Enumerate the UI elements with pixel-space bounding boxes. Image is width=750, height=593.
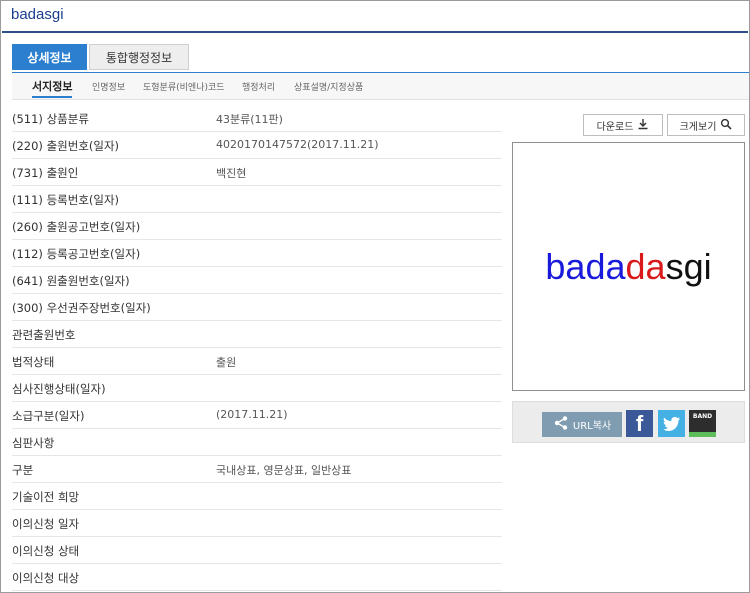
- detail-value: (2017.11.21): [216, 408, 288, 421]
- detail-label: 심판사항: [12, 436, 55, 450]
- detail-row: 법적상태 출원: [12, 348, 502, 375]
- tab-admin-info[interactable]: 통합행정정보: [89, 44, 189, 70]
- trademark-part: a: [605, 245, 626, 287]
- twitter-icon[interactable]: [658, 410, 685, 437]
- detail-row: 이의신청 대상: [12, 564, 502, 591]
- title-divider: [2, 31, 748, 33]
- download-button[interactable]: 다운로드: [583, 114, 663, 136]
- detail-table: (511) 상품분류 43분류(11판) (220) 출원번호(일자) 4020170…: [12, 105, 502, 591]
- detail-label: 심사진행상태(일자): [12, 382, 106, 396]
- facebook-icon[interactable]: f: [626, 410, 653, 437]
- band-icon[interactable]: BAND: [689, 410, 716, 437]
- trademark-part: da: [625, 245, 666, 287]
- detail-row: (731) 출원인 백진현: [12, 159, 502, 186]
- detail-label: 기술이전 희망: [12, 490, 80, 504]
- detail-label: (260) 출원공고번호(일자): [12, 220, 141, 234]
- detail-row: 심판사항: [12, 429, 502, 456]
- detail-label: 이의신청 일자: [12, 517, 80, 531]
- detail-row: (220) 출원번호(일자) 4020170147572(2017.11.21): [12, 132, 502, 159]
- page-title: badasgi: [11, 6, 64, 23]
- detail-row: 심사진행상태(일자): [12, 375, 502, 402]
- zoom-button-label: 크게보기: [679, 121, 717, 133]
- detail-row: 소급구분(일자) (2017.11.21): [12, 402, 502, 429]
- detail-row: (260) 출원공고번호(일자): [12, 213, 502, 240]
- detail-row: (112) 등록공고번호(일자): [12, 240, 502, 267]
- trademark-part: sgi: [665, 245, 712, 287]
- share-icon: [553, 415, 569, 434]
- detail-row: (511) 상품분류 43분류(11판): [12, 105, 502, 132]
- share-bar: URL복사 f BAND: [512, 401, 745, 443]
- detail-label: 이의신청 상태: [12, 544, 80, 558]
- detail-label: (641) 원출원번호(일자): [12, 274, 130, 288]
- detail-label: 구분: [12, 463, 34, 477]
- subnav-admin-process[interactable]: 행정처리: [242, 80, 275, 93]
- trademark-logo: badadasgi: [545, 246, 711, 288]
- detail-label: (220) 출원번호(일자): [12, 139, 120, 153]
- detail-row: 이의신청 일자: [12, 510, 502, 537]
- detail-label: (511) 상품분류: [12, 112, 89, 126]
- subnav-designated-goods[interactable]: 상표설명/지정상품: [294, 80, 363, 93]
- detail-label: (731) 출원인: [12, 166, 79, 180]
- subnav-person[interactable]: 인명정보: [92, 80, 125, 93]
- detail-value: 출원: [216, 356, 237, 369]
- detail-value: 국내상표, 영문상표, 일반상표: [216, 464, 352, 477]
- detail-label: 소급구분(일자): [12, 409, 85, 423]
- tab-detail-info[interactable]: 상세정보: [12, 44, 87, 70]
- detail-label: (112) 등록공고번호(일자): [12, 247, 141, 261]
- detail-label: 법적상태: [12, 355, 55, 369]
- detail-row: (111) 등록번호(일자): [12, 186, 502, 213]
- detail-row: 기술이전 희망: [12, 483, 502, 510]
- trademark-part: bad: [545, 245, 606, 287]
- detail-row: (641) 원출원번호(일자): [12, 267, 502, 294]
- subnav-vienna-code[interactable]: 도형분류(비엔나)코드: [143, 80, 225, 93]
- window-frame: badasgi 상세정보 통합행정정보 서지정보 인명정보 도형분류(비엔나)코…: [0, 0, 750, 593]
- detail-row: 관련출원번호: [12, 321, 502, 348]
- detail-value: 4020170147572(2017.11.21): [216, 138, 379, 151]
- detail-label: (300) 우선권주장번호(일자): [12, 301, 151, 315]
- detail-label: 관련출원번호: [12, 328, 76, 342]
- zoom-button[interactable]: 크게보기: [667, 114, 745, 136]
- detail-value: 백진현: [216, 167, 247, 180]
- detail-row: (300) 우선권주장번호(일자): [12, 294, 502, 321]
- url-copy-label: URL복사: [572, 421, 612, 432]
- url-copy-button[interactable]: URL복사: [542, 412, 622, 437]
- download-icon: [637, 118, 649, 133]
- download-button-label: 다운로드: [596, 121, 634, 133]
- detail-label: (111) 등록번호(일자): [12, 193, 120, 207]
- sub-navigation: 서지정보 인명정보 도형분류(비엔나)코드 행정처리 상표설명/지정상품: [12, 72, 749, 100]
- detail-row: 구분 국내상표, 영문상표, 일반상표: [12, 456, 502, 483]
- subnav-bibliographic[interactable]: 서지정보: [32, 78, 73, 98]
- magnifier-icon: [720, 118, 732, 133]
- detail-label: 이의신청 대상: [12, 571, 80, 585]
- trademark-image: badadasgi: [512, 142, 745, 391]
- detail-value: 43분류(11판): [216, 113, 283, 126]
- detail-row: 이의신청 상태: [12, 537, 502, 564]
